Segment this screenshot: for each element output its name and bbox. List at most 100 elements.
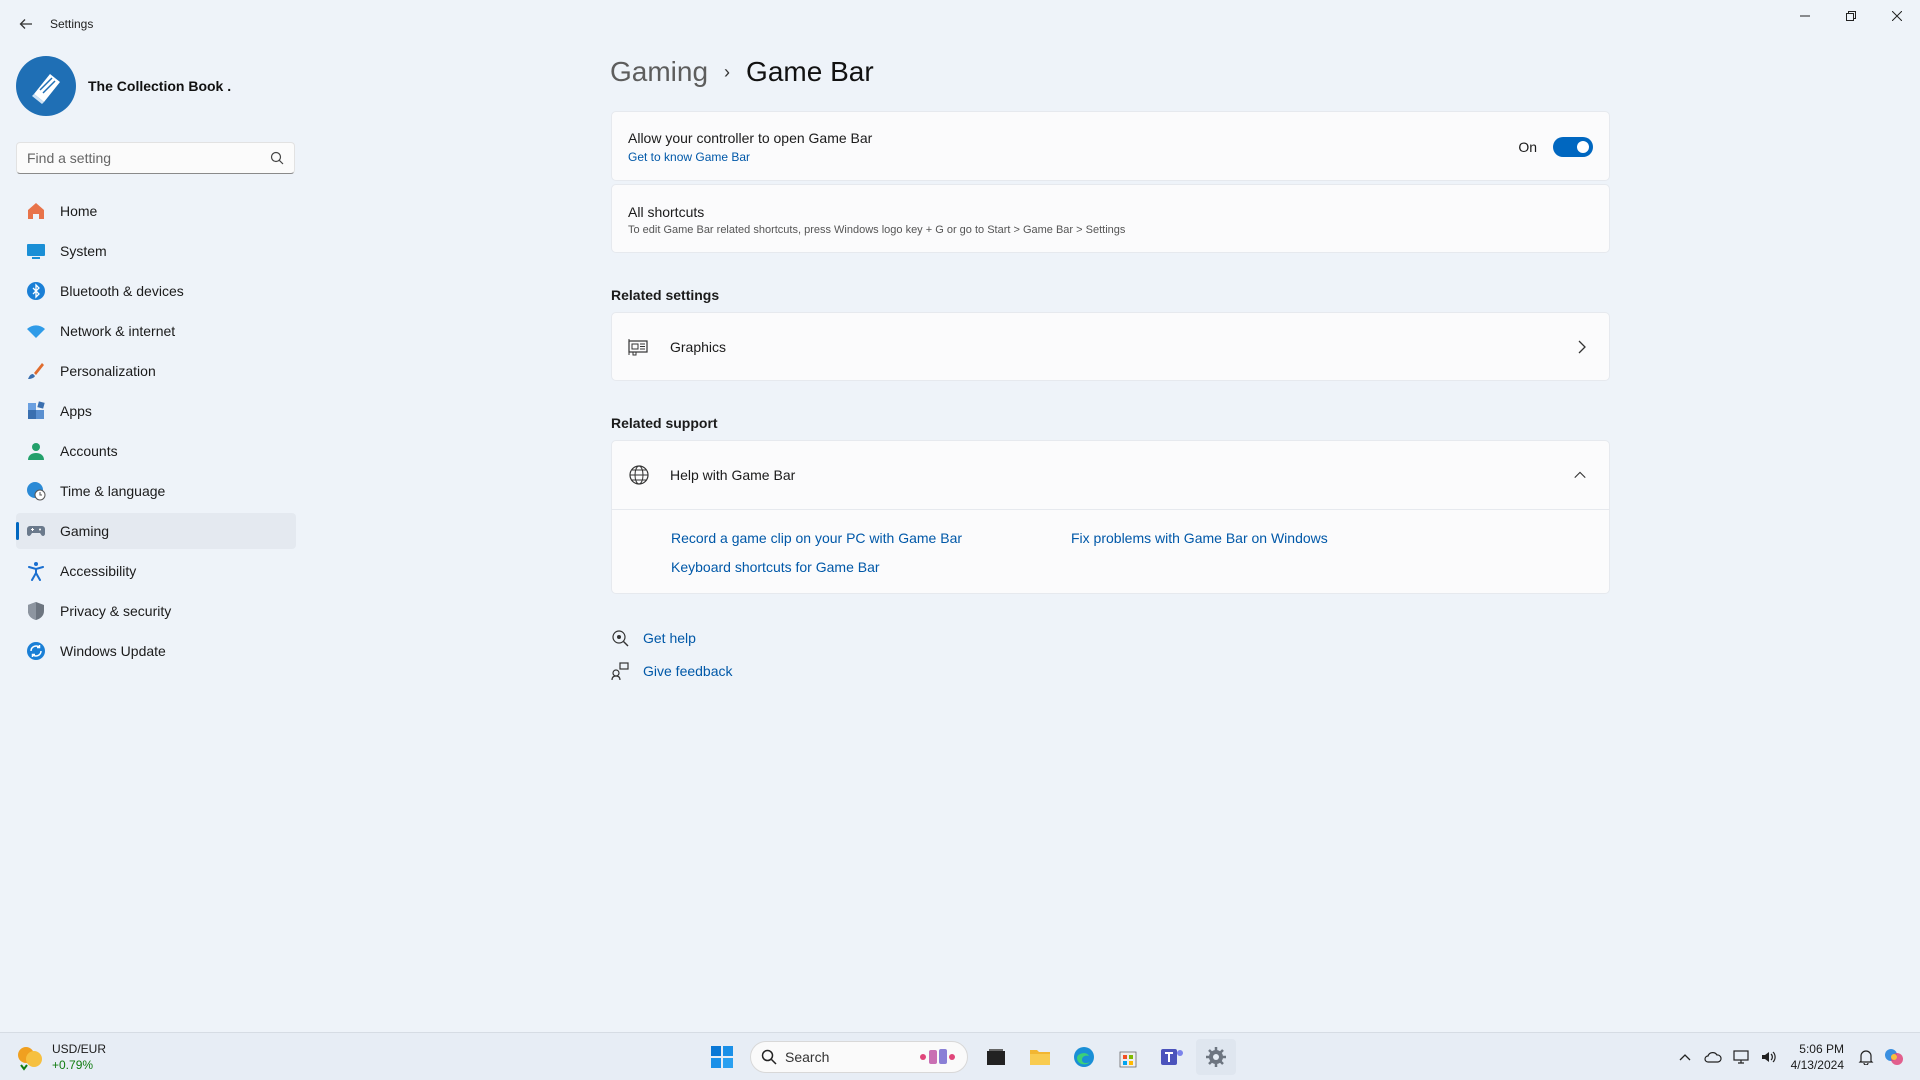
graphics-card-icon (628, 336, 650, 358)
settings-app-button[interactable] (1196, 1039, 1236, 1075)
fix-problems-link[interactable]: Fix problems with Game Bar on Windows (1071, 530, 1328, 546)
sidebar-item-label: Apps (60, 403, 92, 419)
chevron-up-icon[interactable] (1675, 1047, 1695, 1067)
sidebar-item-label: Privacy & security (60, 603, 172, 619)
network-icon[interactable] (1731, 1047, 1751, 1067)
sidebar-item-label: Bluetooth & devices (60, 283, 184, 299)
help-links-panel: Record a game clip on your PC with Game … (612, 509, 1609, 593)
system-tray: 5:06 PM 4/13/2024 (1671, 1041, 1908, 1073)
sidebar-item-label: Network & internet (60, 323, 176, 339)
chevron-up-icon[interactable] (1573, 470, 1587, 480)
teams-button[interactable] (1152, 1039, 1192, 1075)
task-view-icon (987, 1049, 1005, 1065)
back-button[interactable] (12, 10, 40, 38)
home-icon (26, 201, 46, 221)
volume-icon[interactable] (1759, 1047, 1779, 1067)
currency-widget[interactable]: USD/EUR +0.79% (16, 1041, 106, 1073)
get-help-link[interactable]: Get help (611, 629, 696, 647)
sidebar-item-windows-update[interactable]: Windows Update (16, 633, 296, 669)
feedback-icon (611, 662, 629, 680)
minimize-button[interactable] (1782, 0, 1828, 32)
copilot-icon[interactable] (1884, 1047, 1904, 1067)
sidebar-item-label: Accessibility (60, 563, 137, 579)
record-clip-link[interactable]: Record a game clip on your PC with Game … (671, 530, 962, 546)
sidebar-item-time-language[interactable]: Time & language (16, 473, 296, 509)
give-feedback-link[interactable]: Give feedback (611, 662, 733, 680)
profile-name: The Collection Book . (88, 78, 232, 94)
start-button[interactable] (702, 1039, 742, 1075)
chevron-right-icon (1578, 340, 1586, 354)
file-explorer-button[interactable] (1020, 1039, 1060, 1075)
search-highlight-icon (920, 1049, 955, 1064)
sidebar-item-label: Gaming (60, 523, 110, 539)
sidebar-item-label: Time & language (60, 483, 166, 499)
title-bar: Settings (0, 0, 1920, 48)
widget-title: USD/EUR (52, 1042, 107, 1056)
sidebar-item-gaming[interactable]: Gaming (16, 513, 296, 549)
avatar (16, 56, 76, 116)
help-header-row[interactable]: Help with Game Bar (612, 441, 1609, 509)
breadcrumb: Gaming › Game Bar (610, 56, 874, 88)
settings-search[interactable] (16, 142, 295, 174)
gear-icon (1206, 1047, 1226, 1067)
shield-icon (26, 601, 46, 621)
app-title: Settings (50, 17, 94, 31)
search-icon[interactable] (270, 151, 284, 165)
close-button[interactable] (1874, 0, 1920, 32)
update-icon (26, 641, 46, 661)
sidebar-item-personalization[interactable]: Personalization (16, 353, 296, 389)
sidebar-item-home[interactable]: Home (16, 193, 296, 229)
task-view-button[interactable] (976, 1039, 1016, 1075)
graphics-card[interactable]: Graphics (611, 312, 1610, 381)
get-help-label: Get help (643, 630, 696, 646)
controller-setting-card: Allow your controller to open Game Bar G… (611, 111, 1610, 181)
restore-icon (1846, 11, 1856, 21)
controller-toggle[interactable] (1553, 137, 1593, 157)
globe-clock-icon (26, 481, 46, 501)
arrow-left-icon (19, 19, 32, 29)
maximize-button[interactable] (1828, 0, 1874, 32)
sidebar-item-system[interactable]: System (16, 233, 296, 269)
wifi-icon (26, 321, 46, 341)
sidebar-item-apps[interactable]: Apps (16, 393, 296, 429)
clock-time: 5:06 PM (1799, 1042, 1844, 1056)
get-to-know-link[interactable]: Get to know Game Bar (628, 150, 750, 164)
taskbar-apps: Search (700, 1039, 1238, 1075)
book-logo-icon (32, 74, 60, 104)
notification-bell-icon[interactable] (1856, 1047, 1876, 1067)
taskbar-search[interactable]: Search (750, 1041, 968, 1073)
sidebar-item-label: System (60, 243, 107, 259)
sidebar-item-label: Personalization (60, 363, 156, 379)
sidebar-item-accounts[interactable]: Accounts (16, 433, 296, 469)
sidebar-item-privacy[interactable]: Privacy & security (16, 593, 296, 629)
minimize-icon (1800, 15, 1810, 17)
clock[interactable]: 5:06 PM 4/13/2024 (1791, 1041, 1844, 1073)
sidebar-item-network[interactable]: Network & internet (16, 313, 296, 349)
graphics-row[interactable]: Graphics (612, 313, 1609, 381)
edge-button[interactable] (1064, 1039, 1104, 1075)
breadcrumb-parent[interactable]: Gaming (610, 56, 708, 88)
windows-logo-icon (711, 1046, 733, 1068)
user-profile[interactable]: The Collection Book . (16, 56, 231, 116)
sidebar-item-accessibility[interactable]: Accessibility (16, 553, 296, 589)
sidebar-item-label: Windows Update (60, 643, 166, 659)
bluetooth-icon (26, 281, 46, 301)
store-icon (1119, 1051, 1137, 1068)
onedrive-icon[interactable] (1703, 1047, 1723, 1067)
window-controls (1782, 0, 1920, 32)
widget-text: USD/EUR +0.79% (52, 1041, 106, 1073)
related-settings-heading: Related settings (611, 287, 720, 303)
sidebar-item-bluetooth[interactable]: Bluetooth & devices (16, 273, 296, 309)
give-feedback-label: Give feedback (643, 663, 733, 679)
store-button[interactable] (1108, 1039, 1148, 1075)
accessibility-icon (26, 561, 46, 581)
monitor-icon (26, 241, 46, 261)
gamepad-icon (26, 521, 46, 541)
sidebar-nav: Home System Bluetooth & devices Network … (16, 193, 296, 673)
brush-icon (26, 361, 46, 381)
related-support-heading: Related support (611, 415, 718, 431)
shortcuts-description: To edit Game Bar related shortcuts, pres… (628, 224, 1126, 236)
search-input[interactable] (27, 150, 270, 166)
taskbar-search-label: Search (785, 1049, 830, 1065)
keyboard-shortcuts-link[interactable]: Keyboard shortcuts for Game Bar (671, 559, 880, 575)
